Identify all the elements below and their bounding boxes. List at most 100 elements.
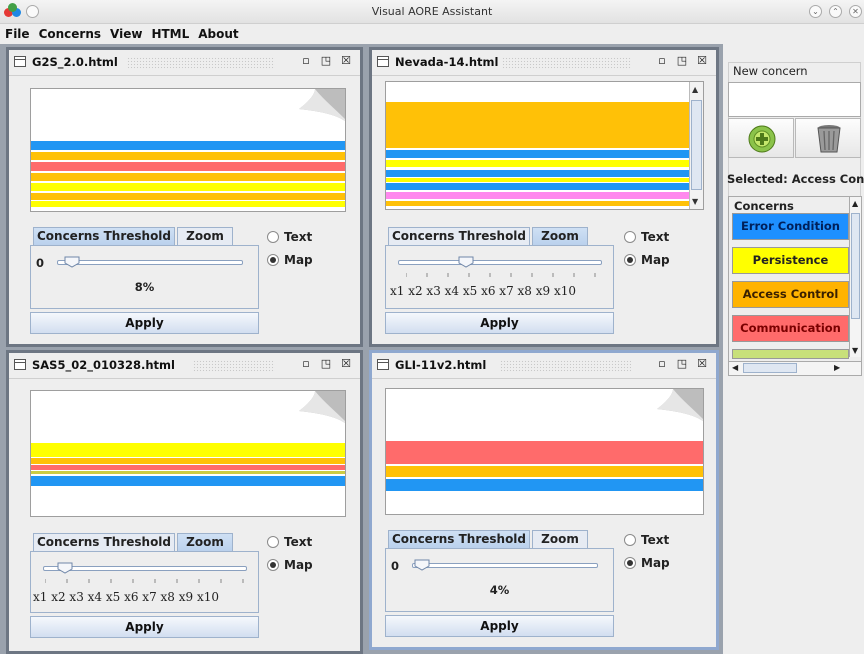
radio-text[interactable]: Text	[267, 230, 312, 244]
concern-item[interactable]: Error Condition	[732, 213, 849, 240]
scroll-down-icon[interactable]: ▼	[852, 346, 858, 355]
iconify-icon[interactable]: ▫	[654, 54, 670, 70]
radio-map[interactable]: Map	[267, 558, 313, 572]
iconify-icon[interactable]: ▫	[654, 357, 670, 373]
close-icon[interactable]: ☒	[694, 54, 710, 70]
concern-strip	[386, 178, 689, 182]
frame-gli[interactable]: GLI-11v2.html ▫ ◳ ☒ Concerns Threshold Z…	[369, 350, 719, 650]
concern-map[interactable]	[30, 88, 346, 212]
concern-strip	[31, 152, 345, 160]
slider-thumb-icon[interactable]	[64, 256, 80, 268]
tab-concerns-threshold[interactable]: Concerns Threshold	[388, 227, 530, 246]
frame-title-bar[interactable]: Nevada-14.html ▫ ◳ ☒	[372, 50, 716, 76]
radio-map[interactable]: Map	[267, 253, 313, 267]
close-icon[interactable]: ☒	[694, 357, 710, 373]
zoom-slider[interactable]	[43, 566, 247, 571]
menu-file[interactable]: File	[0, 24, 34, 41]
scroll-right-icon[interactable]: ▶	[834, 363, 840, 372]
radio-text[interactable]: Text	[624, 230, 669, 244]
radio-text-icon	[624, 534, 636, 546]
apply-button[interactable]: Apply	[385, 312, 614, 334]
threshold-slider[interactable]	[57, 260, 243, 265]
desktop-pane: G2S_2.0.html ▫ ◳ ☒ Concerns Threshold Zo…	[0, 44, 723, 654]
close-window-button[interactable]: ✕	[849, 5, 862, 18]
scroll-thumb[interactable]	[691, 100, 702, 190]
frame-title-bar[interactable]: G2S_2.0.html ▫ ◳ ☒	[9, 50, 360, 76]
new-concern-input[interactable]	[728, 82, 861, 117]
radio-map[interactable]: Map	[624, 556, 670, 570]
concern-item[interactable]: Communication	[732, 315, 849, 342]
frame-nevada[interactable]: Nevada-14.html ▫ ◳ ☒ ▲ ▼ Concerns Thresh…	[369, 47, 719, 347]
page-curl-icon	[643, 389, 703, 421]
radio-text[interactable]: Text	[624, 533, 669, 547]
zoom-slider[interactable]	[398, 260, 602, 265]
maximize-button[interactable]: ⌃	[829, 5, 842, 18]
concern-item[interactable]: Access Control	[732, 281, 849, 308]
close-icon[interactable]: ☒	[338, 357, 354, 373]
concern-item-partial[interactable]	[732, 349, 849, 359]
slider-thumb-icon[interactable]	[414, 559, 430, 571]
frame-title-bar[interactable]: SAS5_02_010328.html ▫ ◳ ☒	[9, 353, 360, 379]
maximize-icon[interactable]: ◳	[318, 54, 334, 70]
tab-concerns-threshold[interactable]: Concerns Threshold	[33, 227, 175, 246]
maximize-icon[interactable]: ◳	[318, 357, 334, 373]
delete-concern-button[interactable]	[795, 118, 861, 158]
concern-map[interactable]	[30, 390, 346, 517]
close-icon[interactable]: ☒	[338, 54, 354, 70]
frame-sas5[interactable]: SAS5_02_010328.html ▫ ◳ ☒ Concerns Thres…	[6, 350, 363, 654]
iconify-icon[interactable]: ▫	[298, 357, 314, 373]
concerns-list[interactable]: Concerns Error Condition Persistence Acc…	[728, 196, 862, 376]
concern-strip	[31, 162, 345, 171]
concern-item[interactable]: Persistence	[732, 247, 849, 274]
h-scroll-thumb[interactable]	[743, 363, 797, 373]
slider-thumb-icon[interactable]	[57, 562, 73, 574]
tab-zoom[interactable]: Zoom	[177, 227, 233, 246]
tab-zoom[interactable]: Zoom	[532, 227, 588, 246]
radio-text[interactable]: Text	[267, 535, 312, 549]
tab-concerns-threshold[interactable]: Concerns Threshold	[388, 530, 530, 549]
slider-thumb-icon[interactable]	[458, 256, 474, 268]
frame-title-bar[interactable]: GLI-11v2.html ▫ ◳ ☒	[372, 353, 716, 379]
menu-about[interactable]: About	[193, 24, 242, 41]
concern-strip	[386, 150, 689, 158]
iconify-icon[interactable]: ▫	[298, 54, 314, 70]
apply-button[interactable]: Apply	[30, 616, 259, 638]
title-grip	[502, 57, 631, 69]
concern-strip	[31, 173, 345, 181]
scroll-left-icon[interactable]: ◀	[732, 363, 738, 372]
radio-map-icon	[267, 559, 279, 571]
concern-map[interactable]: ▲ ▼	[385, 81, 704, 210]
apply-button[interactable]: Apply	[385, 615, 614, 637]
threshold-slider[interactable]	[412, 563, 598, 568]
menu-html[interactable]: HTML	[146, 24, 193, 41]
tab-concerns-threshold[interactable]: Concerns Threshold	[33, 533, 175, 552]
concern-strip	[386, 192, 689, 199]
add-concern-button[interactable]	[728, 118, 794, 158]
concern-strip	[31, 443, 345, 457]
scroll-down-icon[interactable]: ▼	[692, 197, 698, 206]
scroll-thumb[interactable]	[851, 213, 860, 319]
concern-strip	[386, 466, 703, 477]
tab-zoom[interactable]: Zoom	[177, 533, 233, 552]
menu-view[interactable]: View	[105, 24, 146, 41]
frame-icon	[14, 359, 26, 370]
concern-strip	[386, 479, 703, 491]
concern-strip	[386, 183, 689, 190]
maximize-icon[interactable]: ◳	[674, 54, 690, 70]
concern-map[interactable]	[385, 388, 704, 515]
concern-strip	[31, 201, 345, 207]
apply-button[interactable]: Apply	[30, 312, 259, 334]
concerns-horizontal-scrollbar[interactable]: ◀ ▶	[729, 361, 861, 375]
map-scrollbar[interactable]: ▲ ▼	[689, 82, 703, 209]
scroll-up-icon[interactable]: ▲	[692, 85, 698, 94]
tab-zoom[interactable]: Zoom	[532, 530, 588, 549]
radio-map[interactable]: Map	[624, 253, 670, 267]
scroll-up-icon[interactable]: ▲	[852, 199, 858, 208]
minimize-button[interactable]: ⌄	[809, 5, 822, 18]
concerns-vertical-scrollbar[interactable]: ▲ ▼	[849, 197, 861, 357]
frame-g2s[interactable]: G2S_2.0.html ▫ ◳ ☒ Concerns Threshold Zo…	[6, 47, 363, 347]
radio-map-icon	[624, 557, 636, 569]
radio-text-icon	[267, 231, 279, 243]
maximize-icon[interactable]: ◳	[674, 357, 690, 373]
menu-concerns[interactable]: Concerns	[34, 24, 105, 41]
